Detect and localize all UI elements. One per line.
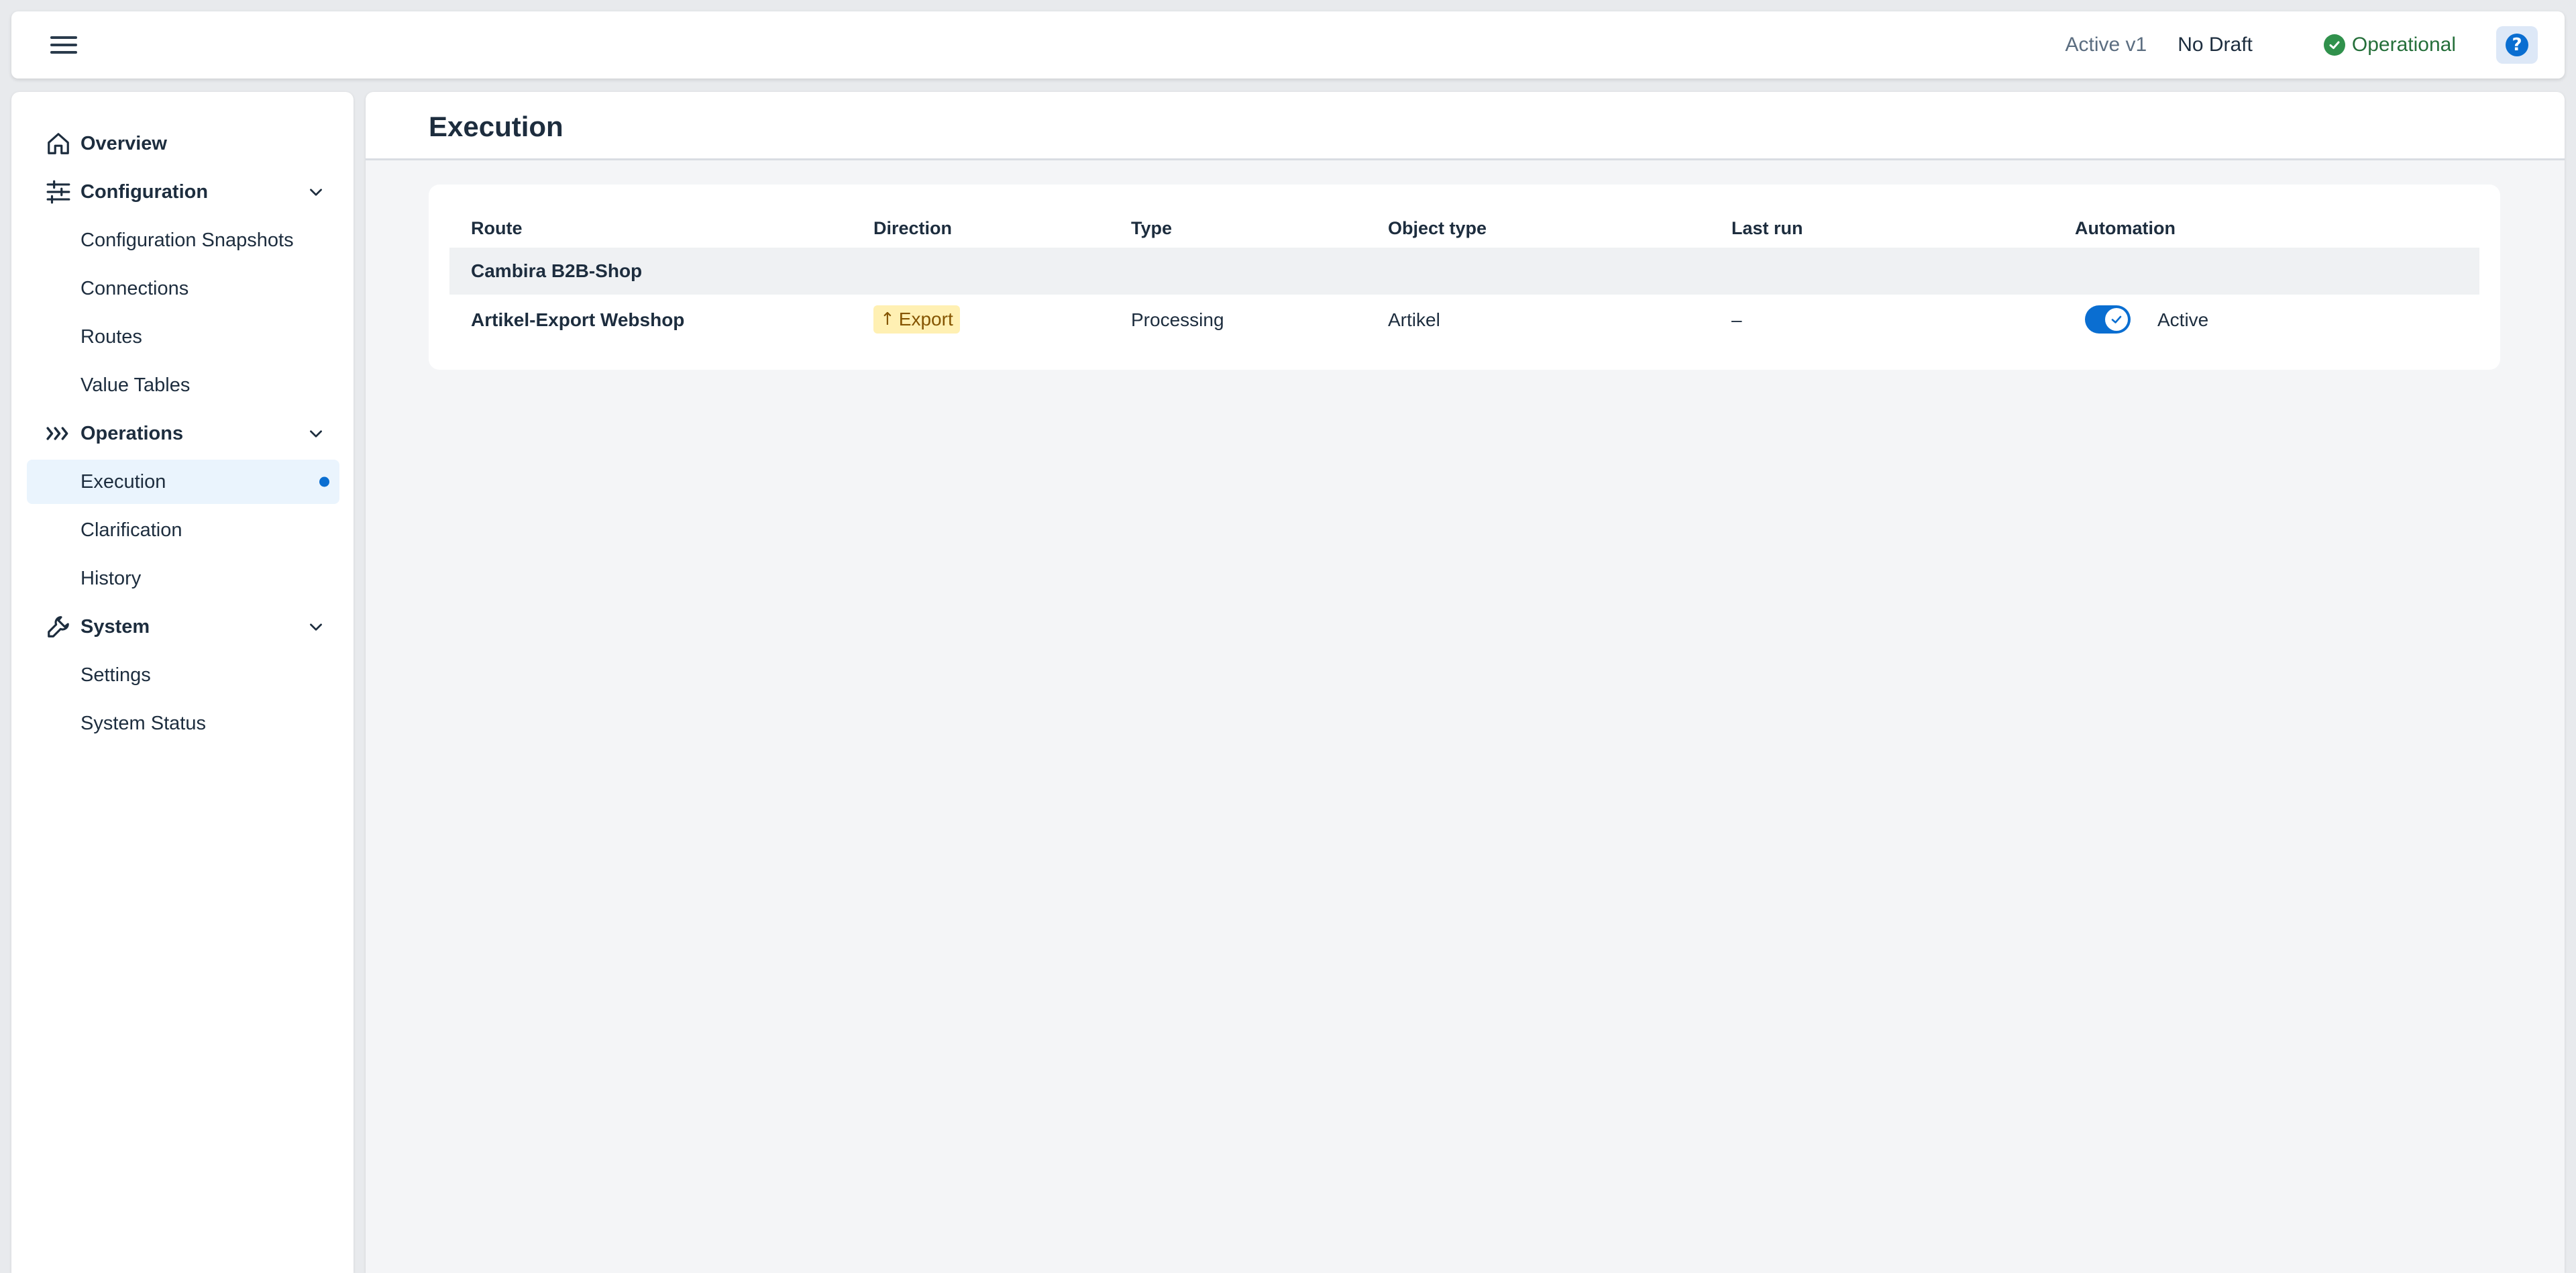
- main-content: Execution Route Direction Type Object ty…: [366, 92, 2565, 1273]
- last-run-cell: –: [1731, 309, 1742, 330]
- sidebar-item-clarification[interactable]: Clarification: [27, 508, 339, 552]
- arrow-up-icon: ↑: [880, 309, 895, 329]
- column-header-type[interactable]: Type: [1131, 218, 1172, 239]
- sidebar-item-system-status[interactable]: System Status: [27, 701, 339, 746]
- sidebar-group-label: Configuration: [80, 181, 209, 203]
- operational-status: Operational: [2323, 34, 2456, 56]
- sidebar-group-label: Operations: [80, 422, 184, 444]
- toggle-knob: [2105, 308, 2128, 331]
- check-circle-icon: [2323, 34, 2345, 56]
- page-header: Execution: [366, 92, 2565, 160]
- direction-badge: ↑ Export: [873, 305, 960, 334]
- sidebar-item-history[interactable]: History: [27, 556, 339, 601]
- page-title: Execution: [429, 111, 564, 142]
- column-header-automation[interactable]: Automation: [2075, 218, 2176, 239]
- table-header: Route Direction Type Object type Last ru…: [449, 209, 2479, 246]
- help-button[interactable]: ?: [2496, 26, 2538, 64]
- sidebar-item-configuration-snapshots[interactable]: Configuration Snapshots: [27, 218, 339, 262]
- sidebar-item-label: Configuration Snapshots: [80, 229, 294, 251]
- sidebar-item-routes[interactable]: Routes: [27, 315, 339, 359]
- sidebar-item-label: Settings: [80, 664, 151, 686]
- sidebar-item-label: Value Tables: [80, 374, 191, 396]
- sidebar-group-system[interactable]: System: [27, 605, 339, 649]
- chevron-down-icon: [310, 430, 322, 438]
- table-row[interactable]: Artikel-Export Webshop ↑ Export Processi…: [449, 295, 2479, 346]
- sidebar-group-label: System: [80, 615, 150, 638]
- check-icon: [2111, 315, 2122, 323]
- object-type-cell: Artikel: [1388, 309, 1440, 330]
- status-label: Operational: [2351, 34, 2456, 56]
- sidebar-item-label: History: [80, 567, 142, 589]
- home-icon: [48, 133, 69, 154]
- automation-label: Active: [2157, 309, 2209, 330]
- chevron-down-icon: [310, 189, 322, 196]
- active-indicator-dot: [319, 476, 329, 487]
- sidebar-item-label: Clarification: [80, 519, 182, 541]
- type-cell: Processing: [1131, 309, 1224, 330]
- fast-forward-icon: [46, 427, 68, 440]
- hamburger-menu-icon[interactable]: [50, 32, 77, 58]
- chevron-down-icon: [310, 623, 322, 631]
- wrench-icon: [48, 616, 69, 638]
- execution-table-card: Route Direction Type Object type Last ru…: [429, 185, 2500, 370]
- direction-label: Export: [898, 309, 953, 329]
- column-header-route[interactable]: Route: [471, 218, 523, 239]
- automation-toggle[interactable]: [2085, 305, 2131, 334]
- table-group-row: Cambira B2B-Shop: [449, 248, 2479, 295]
- active-version-label: Active v1: [2065, 34, 2147, 56]
- sidebar-item-value-tables[interactable]: Value Tables: [27, 363, 339, 407]
- sidebar-item-label: Connections: [80, 277, 189, 299]
- column-header-object-type[interactable]: Object type: [1388, 218, 1487, 239]
- sidebar-item-overview[interactable]: Overview: [27, 121, 339, 166]
- sidebar: Overview Configuration Configuration Sna…: [11, 92, 354, 1273]
- sidebar-item-connections[interactable]: Connections: [27, 266, 339, 311]
- draft-status-label: No Draft: [2178, 34, 2253, 56]
- sidebar-item-label: System Status: [80, 712, 206, 734]
- group-label: Cambira B2B-Shop: [471, 260, 643, 281]
- sidebar-item-execution[interactable]: Execution: [27, 460, 339, 504]
- sliders-icon: [46, 180, 70, 204]
- route-name[interactable]: Artikel-Export Webshop: [471, 309, 684, 331]
- app-shell: Active v1 No Draft Operational ? Overvie…: [0, 0, 2576, 1273]
- sidebar-item-label: Routes: [80, 325, 142, 348]
- sidebar-item-label: Execution: [80, 470, 166, 493]
- help-icon: ?: [2506, 34, 2528, 56]
- sidebar-group-operations[interactable]: Operations: [27, 411, 339, 456]
- sidebar-item-label: Overview: [80, 132, 167, 154]
- column-header-last-run[interactable]: Last run: [1731, 218, 1803, 239]
- sidebar-item-settings[interactable]: Settings: [27, 653, 339, 697]
- top-bar: Active v1 No Draft Operational ?: [11, 11, 2565, 79]
- top-bar-status-area: Active v1 No Draft Operational ?: [2065, 11, 2538, 79]
- column-header-direction[interactable]: Direction: [873, 218, 952, 239]
- sidebar-group-configuration[interactable]: Configuration: [27, 170, 339, 214]
